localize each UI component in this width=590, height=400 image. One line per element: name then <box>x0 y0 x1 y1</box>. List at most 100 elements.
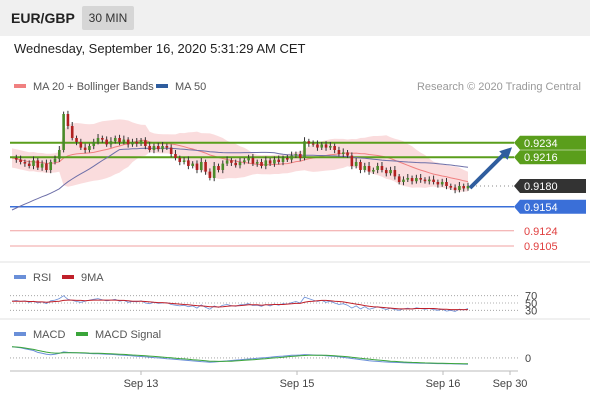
candle-body <box>109 141 113 145</box>
candle-body <box>243 160 246 162</box>
legend-swatch-ma50 <box>156 84 168 88</box>
candle-body <box>199 162 203 170</box>
legend-label-macd: MACD <box>33 329 65 341</box>
candle-body <box>118 138 121 142</box>
level-pivot-3-label: 0.9154 <box>524 202 558 214</box>
candle-body <box>436 182 440 185</box>
candle-body <box>376 166 379 170</box>
legend-swatch-rsi <box>14 275 26 279</box>
candle-body <box>458 186 461 190</box>
candle-body <box>122 139 126 142</box>
chart-area: MA 20 + Bollinger Bands MA 50 Research ©… <box>0 81 590 390</box>
candle-body <box>393 170 397 177</box>
candle-body <box>131 142 134 145</box>
level-resistance-1-label: 0.9216 <box>524 152 558 164</box>
candle-body <box>303 141 306 158</box>
candle-body <box>298 154 302 158</box>
candle-body <box>432 179 435 182</box>
candle-body <box>58 150 61 159</box>
legend-label-macd-signal: MACD Signal <box>95 329 161 341</box>
rsi-level-label: 30 <box>525 305 537 317</box>
candle-body <box>286 158 289 160</box>
candle-body <box>367 166 371 172</box>
candle-body <box>462 186 465 189</box>
candle-body <box>88 146 91 150</box>
candle-body <box>195 163 199 170</box>
candle-body <box>380 166 384 170</box>
candle-body <box>281 158 285 162</box>
candle-body <box>144 140 147 146</box>
candle-body <box>75 138 78 142</box>
candle-body <box>19 159 22 162</box>
chart-credit: Research © 2020 Trading Central <box>417 81 581 93</box>
candle-body <box>247 158 250 161</box>
candle-body <box>83 147 87 150</box>
candle-body <box>101 138 104 140</box>
candle-body <box>440 182 444 185</box>
candle-body <box>333 146 336 150</box>
candle-body <box>290 155 293 160</box>
candle-body <box>40 163 44 168</box>
candle-body <box>445 182 448 186</box>
legend-label-rsi: RSI <box>33 272 51 284</box>
candle-body <box>277 159 281 162</box>
candle-body <box>363 166 367 170</box>
x-axis: Sep 13 Sep 15 Sep 16 Sep 30 <box>124 371 528 390</box>
candle-body <box>268 160 272 164</box>
macd-signal-line <box>11 346 469 365</box>
rsi-panel: 705030 <box>10 291 537 317</box>
candle-body <box>23 162 27 164</box>
candle-body <box>453 187 457 190</box>
candle-body <box>397 176 401 182</box>
candle-body <box>346 152 349 156</box>
candle-body <box>49 162 53 170</box>
candle-body <box>70 126 74 138</box>
candle-body <box>341 152 345 154</box>
candle-body <box>402 179 405 182</box>
candle-body <box>406 178 410 180</box>
candle-body <box>384 170 388 174</box>
candle-body <box>96 138 100 142</box>
x-tick-label: Sep 30 <box>493 378 528 390</box>
candle-body <box>79 142 83 148</box>
level-resistance-0-label: 0.9234 <box>524 138 558 150</box>
candle-body <box>113 138 117 142</box>
legend-swatch-ma20 <box>14 84 26 88</box>
candle-body <box>105 139 108 145</box>
legend-swatch-macd <box>14 332 26 336</box>
candle-body <box>187 160 190 166</box>
candle-body <box>66 114 70 126</box>
candle-body <box>191 163 194 166</box>
candle-body <box>212 166 216 178</box>
candle-body <box>234 162 237 166</box>
candle-body <box>415 178 418 182</box>
candle-body <box>316 144 319 148</box>
candle-body <box>255 162 259 164</box>
candle-body <box>311 143 315 145</box>
candle-body <box>169 147 173 154</box>
candle-body <box>350 155 354 166</box>
candle-body <box>337 150 341 154</box>
legend-label-ma50: MA 50 <box>175 81 206 93</box>
level-current-2-label: 0.9180 <box>524 181 558 193</box>
candle-body <box>238 162 242 166</box>
legend-label-ma20: MA 20 + Bollinger Bands <box>33 81 154 93</box>
x-tick-label: Sep 15 <box>280 378 315 390</box>
candle-body <box>126 139 130 145</box>
candle-body <box>372 170 375 172</box>
candle-body <box>221 163 225 170</box>
candle-body <box>423 179 427 182</box>
candle-body <box>15 158 18 160</box>
candle-body <box>139 140 143 144</box>
level-support-4-label: 0.9124 <box>524 226 558 238</box>
macd-panel: 0 <box>10 346 531 365</box>
candle-body <box>36 160 40 168</box>
candle-body <box>449 186 453 188</box>
candle-body <box>324 144 328 148</box>
candle-body <box>182 160 186 162</box>
candle-body <box>419 178 422 180</box>
candle-body <box>230 160 233 163</box>
candle-body <box>329 146 332 148</box>
candle-body <box>307 141 311 144</box>
candle-body <box>208 171 212 178</box>
